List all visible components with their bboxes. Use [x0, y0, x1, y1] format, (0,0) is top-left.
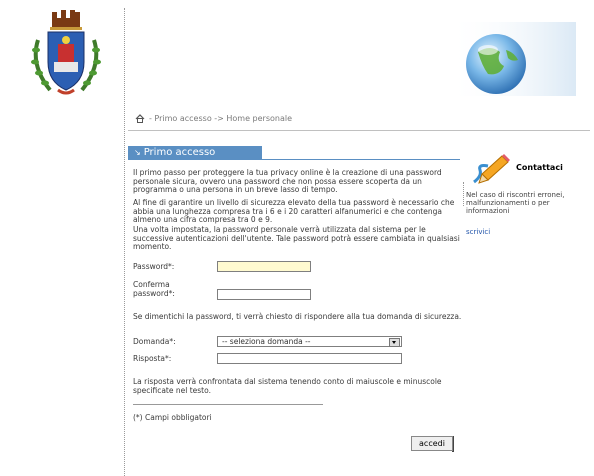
- answer-field[interactable]: [217, 353, 402, 364]
- contact-title: Contattaci: [516, 163, 563, 172]
- pencil-icon: [473, 154, 510, 184]
- intro-paragraph-1: Il primo passo per proteggere la tua pri…: [133, 168, 442, 195]
- form-divider: [133, 404, 323, 405]
- breadcrumb-divider: [128, 130, 590, 131]
- confirm-password-label: Conferma password*:: [133, 280, 175, 298]
- intro-paragraph-2: Al fine di garantire un livello di sicur…: [133, 198, 455, 225]
- chevron-down-icon[interactable]: [389, 338, 400, 347]
- password-field[interactable]: [217, 261, 311, 272]
- contact-link[interactable]: scrivici: [466, 228, 490, 236]
- section-header: ↘ Primo accesso: [128, 146, 262, 160]
- submit-button[interactable]: accedi: [411, 436, 453, 451]
- question-select[interactable]: -- seleziona domanda --: [217, 336, 402, 347]
- security-question-intro: Se dimentichi la password, ti verrà chie…: [133, 312, 462, 321]
- arrow-down-right-icon: ↘: [134, 148, 141, 157]
- confirm-password-field[interactable]: [217, 289, 311, 300]
- question-select-value: -- seleziona domanda --: [222, 337, 311, 346]
- breadcrumb-text: - Primo accesso -> Home personale: [149, 114, 293, 123]
- password-label: Password*:: [133, 262, 175, 271]
- contact-text: Nel caso di riscontri erronei, malfunzio…: [466, 191, 565, 215]
- municipal-crest-icon: [31, 10, 101, 95]
- answer-label: Risposta*:: [133, 354, 172, 363]
- globe-icon: [448, 22, 576, 96]
- confirm-label-line-2: password*:: [133, 288, 175, 298]
- intro-paragraph-3: Una volta impostata, la password persona…: [133, 225, 460, 252]
- section-rule: [262, 159, 460, 160]
- contact-divider: [463, 182, 464, 206]
- breadcrumb: - Primo accesso -> Home personale: [135, 112, 292, 126]
- answer-note: La risposta verrà confrontata dal sistem…: [133, 377, 442, 395]
- home-icon[interactable]: [135, 114, 145, 123]
- vertical-divider: [124, 8, 125, 476]
- section-title: Primo accesso: [143, 147, 216, 158]
- question-label: Domanda*:: [133, 337, 176, 346]
- required-note: (*) Campi obbligatori: [133, 413, 212, 422]
